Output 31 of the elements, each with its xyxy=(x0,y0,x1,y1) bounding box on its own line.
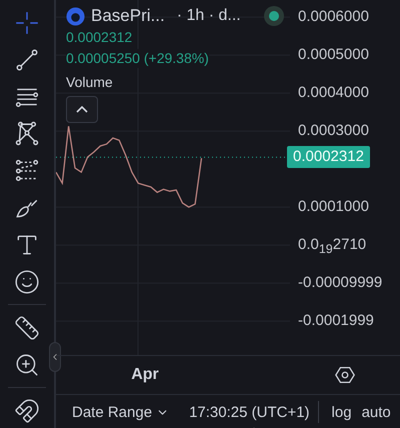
price-axis-label: -0.00009999 xyxy=(298,273,382,294)
price-axis-label: 0.0004000 xyxy=(298,83,369,104)
smiley-icon xyxy=(14,268,40,294)
trend-line-icon xyxy=(14,46,40,72)
chevron-up-icon xyxy=(76,106,88,113)
price-axis-label: -0.0001999 xyxy=(298,311,374,332)
collapse-button[interactable] xyxy=(66,96,98,123)
zoom-in-icon xyxy=(14,352,40,378)
pattern-icon xyxy=(14,120,40,146)
settings-button[interactable] xyxy=(334,364,356,386)
symbol-name: BasePri... xyxy=(91,6,165,26)
last-price-label: 0.0002312 xyxy=(287,146,370,168)
price-axis-label: 0.0001000 xyxy=(298,197,369,218)
fib-lines-icon xyxy=(14,158,40,184)
time-axis-label: Apr xyxy=(131,366,159,384)
price-axis-label: 0.0003000 xyxy=(298,121,369,142)
scale-button[interactable]: auto xyxy=(356,404,396,420)
coin-logo-icon xyxy=(66,6,85,26)
settings-icon xyxy=(334,364,356,386)
price-change: 0.00005250 (+29.38%) xyxy=(66,49,209,68)
ruler-icon xyxy=(14,314,40,340)
scale-button[interactable]: log xyxy=(326,404,357,420)
price-axis-label: 0.0$_{19}$2710 xyxy=(298,235,366,258)
date-range-dropdown[interactable]: Date Range xyxy=(72,404,170,420)
clock-time: 17:30:25 (UTC+1) xyxy=(189,404,310,420)
volume-label: Volume xyxy=(66,74,113,90)
price-axis-label: 0.0005000 xyxy=(298,45,369,66)
crosshair-icon xyxy=(14,10,40,36)
interval-label: · 1h · d... xyxy=(176,7,241,25)
magnet-icon xyxy=(14,398,40,424)
price-axis-label: 0.0006000 xyxy=(298,7,369,28)
